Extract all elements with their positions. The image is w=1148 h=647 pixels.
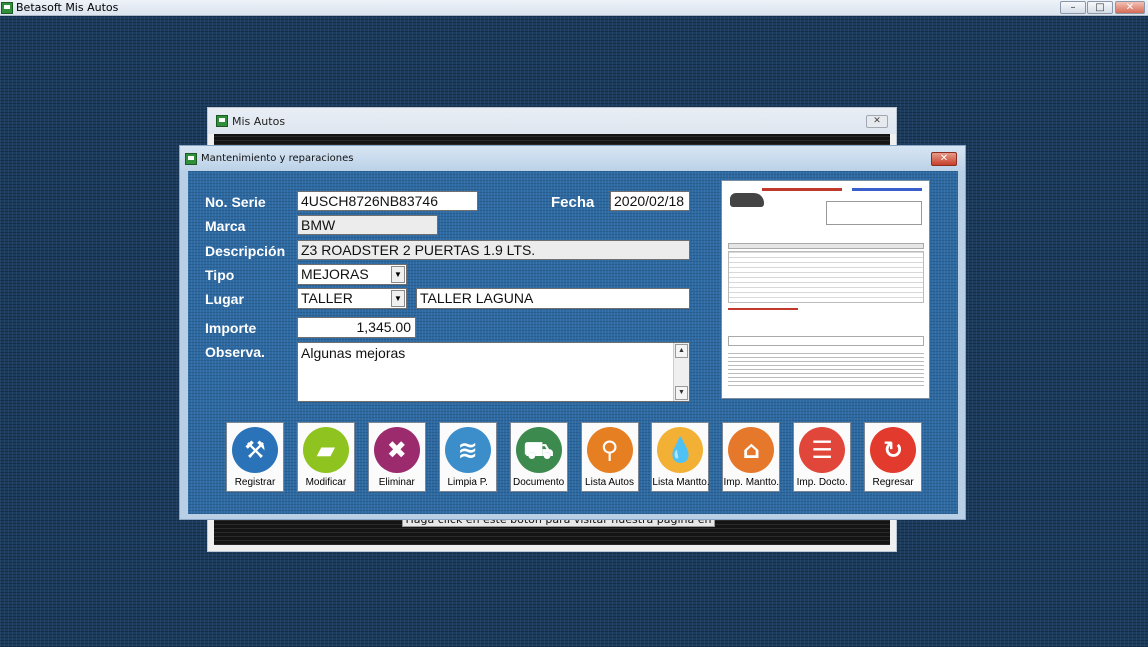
button-label: Documento bbox=[513, 477, 565, 488]
regresar-button[interactable]: ↻ Regresar bbox=[864, 422, 923, 492]
mis-autos-title: Mis Autos bbox=[232, 114, 286, 128]
dialog-titlebar: Mantenimiento y reparaciones bbox=[180, 146, 965, 171]
lugar-label: Lugar bbox=[205, 291, 244, 307]
button-label: Regresar bbox=[872, 477, 914, 488]
mis-autos-close-button[interactable]: ✕ bbox=[866, 115, 888, 128]
button-label: Eliminar bbox=[378, 477, 415, 488]
mis-autos-titlebar: Mis Autos bbox=[208, 108, 896, 134]
scroll-down-icon[interactable]: ▼ bbox=[675, 386, 688, 400]
registrar-button[interactable]: ⚒ Registrar bbox=[226, 422, 284, 492]
fecha-label: Fecha bbox=[551, 194, 595, 211]
car-icon: ⛟ bbox=[523, 436, 554, 464]
lugar-value: TALLER bbox=[301, 290, 353, 306]
lista-autos-button[interactable]: ⚲ Lista Autos bbox=[580, 422, 639, 492]
document-icon: ☰ bbox=[811, 436, 833, 464]
observa-scrollbar[interactable]: ▲ ▼ bbox=[673, 343, 689, 401]
observa-textarea[interactable]: Algunas mejoras ▲ ▼ bbox=[297, 342, 690, 402]
button-label: Limpia P. bbox=[447, 477, 488, 488]
descripcion-label: Descripción bbox=[205, 243, 286, 259]
tipo-value: MEJORAS bbox=[301, 266, 369, 282]
lugar-detail-field[interactable]: TALLER LAGUNA bbox=[416, 288, 690, 309]
button-label: Modificar bbox=[305, 477, 347, 488]
toolbox-icon: ▰ bbox=[316, 436, 336, 464]
importe-label: Importe bbox=[205, 320, 257, 336]
serie-label: No. Serie bbox=[205, 194, 266, 210]
window-icon bbox=[216, 115, 228, 127]
button-label: Imp. Docto. bbox=[796, 477, 848, 488]
doc-header-bar bbox=[762, 188, 842, 191]
button-label: Lista Autos bbox=[585, 477, 634, 488]
dialog-title: Mantenimiento y reparaciones bbox=[201, 153, 354, 164]
lista-mantto-button[interactable]: 💧 Lista Mantto. bbox=[651, 422, 710, 492]
scroll-up-icon[interactable]: ▲ bbox=[675, 344, 688, 358]
importe-field[interactable]: 1,345.00 bbox=[297, 317, 416, 338]
car-wash-icon: ≋ bbox=[457, 436, 478, 464]
refresh-icon: ↻ bbox=[883, 436, 904, 464]
limpia-p-button[interactable]: ≋ Limpia P. bbox=[438, 422, 497, 492]
app-title: Betasoft Mis Autos bbox=[16, 1, 119, 14]
car-image bbox=[730, 193, 764, 207]
observa-value: Algunas mejoras bbox=[301, 345, 406, 361]
doc-red-line bbox=[728, 308, 798, 310]
doc-box bbox=[826, 201, 922, 225]
lugar-dropdown[interactable]: TALLER ▼ bbox=[297, 288, 407, 309]
doc-footer-text bbox=[728, 353, 924, 389]
documento-button[interactable]: ⛟ Documento bbox=[509, 422, 568, 492]
button-label: Imp. Mantto. bbox=[723, 477, 780, 488]
maximize-button[interactable]: □ bbox=[1087, 1, 1113, 14]
fecha-field[interactable]: 2020/02/18 bbox=[610, 191, 690, 211]
app-titlebar: Betasoft Mis Autos – □ ✕ bbox=[0, 0, 1148, 16]
oil-drop-icon: 💧 bbox=[665, 436, 696, 464]
eliminar-button[interactable]: ✖ Eliminar bbox=[367, 422, 426, 492]
garage-icon: ⌂ bbox=[742, 436, 760, 464]
x-icon: ✖ bbox=[386, 436, 407, 464]
app-close-button[interactable]: ✕ bbox=[1115, 1, 1145, 14]
modificar-button[interactable]: ▰ Modificar bbox=[296, 422, 355, 492]
dialog-close-button[interactable]: ✕ bbox=[931, 152, 957, 166]
marca-field[interactable]: BMW bbox=[297, 215, 438, 235]
doc-total-box bbox=[728, 336, 924, 346]
chevron-down-icon[interactable]: ▼ bbox=[391, 290, 405, 307]
marca-label: Marca bbox=[205, 218, 246, 234]
observa-label: Observa. bbox=[205, 344, 265, 360]
minimize-button[interactable]: – bbox=[1060, 1, 1086, 14]
car-search-icon: ⚲ bbox=[600, 436, 619, 464]
doc-table-header bbox=[728, 243, 924, 249]
chevron-down-icon[interactable]: ▼ bbox=[391, 266, 405, 283]
doc-header-bar-2 bbox=[852, 188, 922, 191]
imp-mantto-button[interactable]: ⌂ Imp. Mantto. bbox=[722, 422, 781, 492]
button-label: Lista Mantto. bbox=[652, 477, 710, 488]
descripcion-field[interactable]: Z3 ROADSTER 2 PUERTAS 1.9 LTS. bbox=[297, 240, 690, 260]
tipo-label: Tipo bbox=[205, 267, 235, 283]
button-label: Registrar bbox=[234, 477, 276, 488]
document-preview[interactable] bbox=[721, 180, 930, 399]
tools-icon: ⚒ bbox=[244, 436, 266, 464]
dialog-icon bbox=[185, 152, 197, 165]
doc-table bbox=[728, 251, 924, 303]
serie-field[interactable]: 4USCH8726NB83746 bbox=[297, 191, 478, 211]
imp-docto-button[interactable]: ☰ Imp. Docto. bbox=[793, 422, 852, 492]
tipo-dropdown[interactable]: MEJORAS ▼ bbox=[297, 264, 407, 285]
app-icon bbox=[1, 1, 13, 14]
